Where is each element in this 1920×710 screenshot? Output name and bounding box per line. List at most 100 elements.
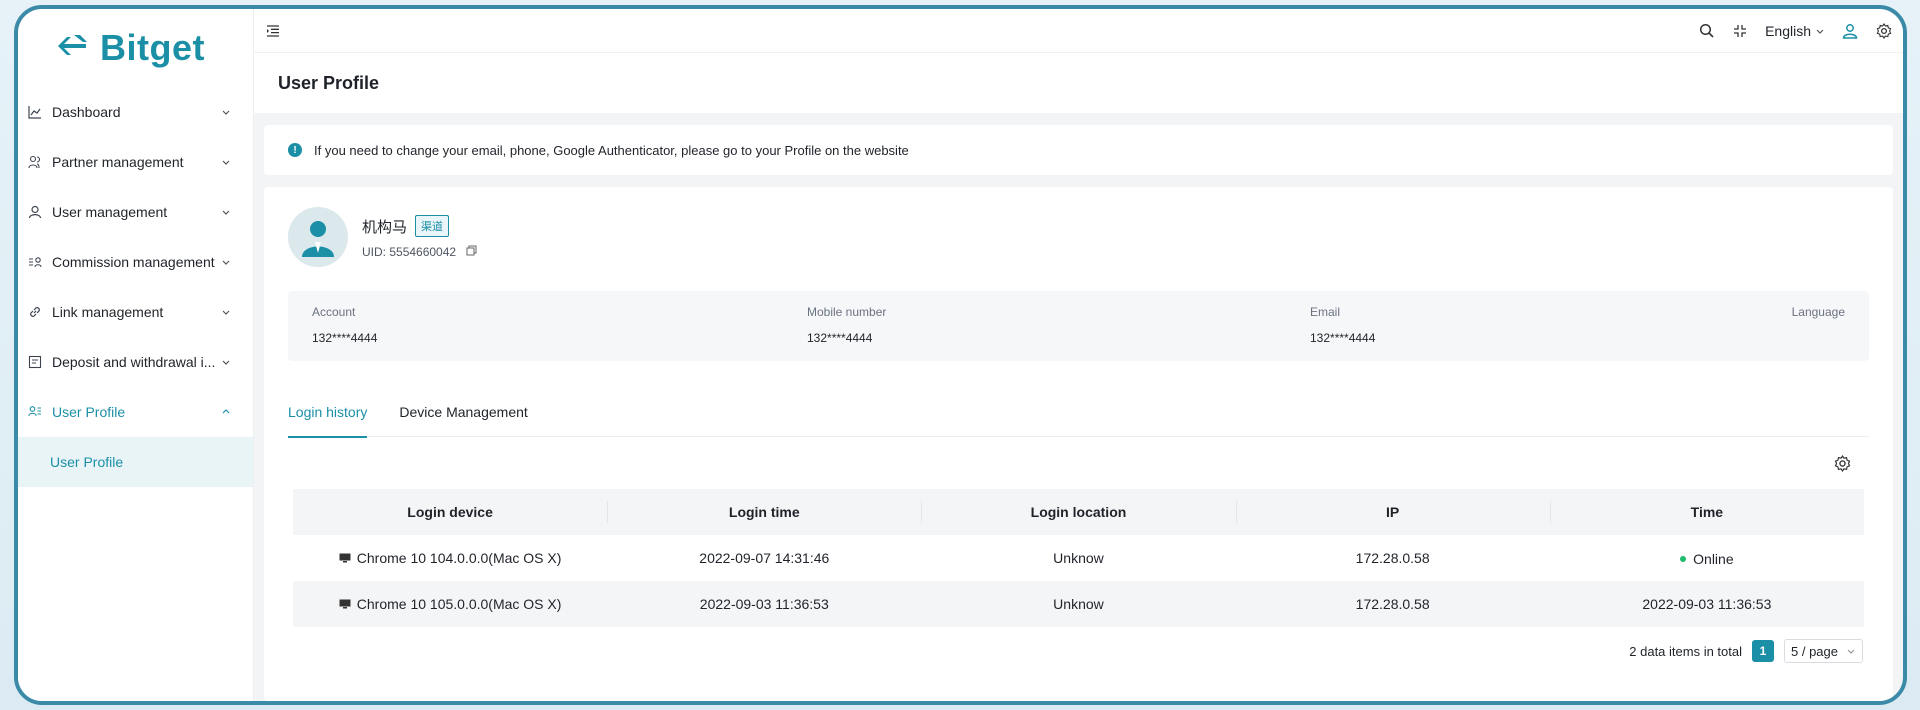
sidebar-item-label: User management (52, 204, 168, 220)
bitget-logo-icon (54, 31, 90, 66)
avatar (288, 207, 348, 267)
brand-name: Bitget (100, 27, 205, 68)
chevron-up-icon (219, 405, 233, 419)
email-info: Email 132****4444 (1310, 305, 1375, 345)
menu-collapse-icon[interactable] (264, 22, 282, 40)
sidebar-item-label: User Profile (52, 404, 126, 420)
email-label: Email (1310, 305, 1341, 319)
language-field-label: Language (1791, 305, 1845, 319)
chevron-down-icon (219, 205, 233, 219)
chevron-down-icon (219, 105, 233, 119)
app-window: Bitget Dashboard Partner management User… (14, 5, 1907, 705)
device-name: Chrome 10 105.0.0.0(Mac OS X) (356, 596, 562, 612)
sidebar-item-label: Commission management (52, 254, 215, 270)
mobile-value: 132****4444 (807, 331, 873, 345)
account-icon[interactable] (1841, 22, 1859, 40)
sidebar-item-label: Link management (52, 304, 164, 320)
sidebar-item-dashboard[interactable]: Dashboard (18, 87, 253, 137)
sidebar-item-commission-management[interactable]: Commission management (18, 237, 253, 287)
ip-cell: 172.28.0.58 (1355, 596, 1430, 612)
profile-header: 机构马 渠道 UID: 5554660042 (288, 203, 1869, 271)
language-info: Language (1792, 305, 1845, 331)
sidebar-item-link-management[interactable]: Link management (18, 287, 253, 337)
main-content: English User Profile ! If you need to ch… (254, 9, 1903, 701)
link-icon (26, 303, 44, 321)
account-label: Account (312, 305, 356, 319)
location-cell: Unknow (1053, 596, 1104, 612)
device-cell: Chrome 10 104.0.0.0(Mac OS X) (293, 535, 607, 581)
monitor-icon (339, 596, 351, 612)
top-bar: English (254, 9, 1903, 53)
tab-login-history[interactable]: Login history (288, 387, 368, 438)
chevron-down-icon (219, 305, 233, 319)
time-cell: 2022-09-03 11:36:53 (1642, 596, 1772, 612)
pagination: 2 data items in total 1 5 / page (288, 627, 1869, 675)
login-history-table: Login device Login time Login location I… (293, 489, 1864, 627)
online-status-dot (1680, 556, 1687, 562)
sidebar-menu: Dashboard Partner management User manage… (18, 87, 253, 487)
device-cell: Chrome 10 105.0.0.0(Mac OS X) (293, 581, 607, 627)
user-icon (26, 203, 44, 221)
sidebar-item-user-profile[interactable]: User Profile (18, 387, 253, 437)
page-header: User Profile (254, 53, 1903, 113)
page-button-1[interactable]: 1 (1752, 640, 1774, 662)
language-label: English (1765, 22, 1811, 39)
account-info: Account 132****4444 (312, 305, 377, 345)
top-bar-actions: English (1697, 22, 1893, 40)
chevron-down-icon (1846, 644, 1856, 659)
monitor-icon (339, 550, 351, 566)
chart-line-icon (26, 103, 44, 121)
online-status-text: Online (1693, 551, 1734, 567)
chevron-down-icon (219, 155, 233, 169)
partners-icon (26, 153, 44, 171)
uid-text: UID: 5554660042 (362, 245, 456, 259)
profile-name-row: 机构马 渠道 (362, 215, 477, 237)
email-value: 132****4444 (1310, 331, 1376, 345)
ip-cell: 172.28.0.58 (1355, 550, 1430, 566)
table-header-row: Login device Login time Login location I… (293, 489, 1864, 535)
table-row: Chrome 10 105.0.0.0(Mac OS X) 2022-09-03… (293, 581, 1864, 627)
info-icon: ! (288, 143, 302, 157)
brand-logo[interactable]: Bitget (18, 9, 253, 87)
table-settings-icon[interactable] (1833, 454, 1851, 472)
page-size-value: 5 / page (1791, 643, 1838, 659)
user-profile-icon (26, 403, 44, 421)
location-cell: Unknow (1053, 550, 1104, 566)
language-selector[interactable]: English (1765, 23, 1825, 39)
page-size-select[interactable]: 5 / page (1784, 639, 1863, 663)
column-header: Login device (407, 504, 493, 520)
uid-row: UID: 5554660042 (362, 245, 477, 259)
table-toolbar (288, 437, 1869, 489)
column-header: Login time (607, 489, 921, 535)
device-name: Chrome 10 104.0.0.0(Mac OS X) (356, 550, 562, 566)
time-cell: Online (1550, 535, 1864, 581)
sidebar-item-deposit-withdrawal[interactable]: Deposit and withdrawal i... (18, 337, 253, 387)
profile-identity: 机构马 渠道 UID: 5554660042 (362, 215, 477, 259)
fullscreen-icon[interactable] (1731, 22, 1749, 40)
tab-device-management[interactable]: Device Management (399, 387, 527, 437)
mobile-info: Mobile number 132****4444 (807, 305, 886, 345)
pagination-total: 2 data items in total (1629, 643, 1742, 659)
sidebar-subitem-user-profile[interactable]: User Profile (18, 437, 253, 487)
sidebar-item-partner-management[interactable]: Partner management (18, 137, 253, 187)
deposit-icon (26, 353, 44, 371)
column-header: IP (1235, 489, 1550, 535)
chevron-down-icon (219, 255, 233, 269)
page-title: User Profile (278, 72, 380, 93)
sidebar-item-user-management[interactable]: User management (18, 187, 253, 237)
info-notice: ! If you need to change your email, phon… (264, 125, 1893, 175)
history-tabs: Login history Device Management (288, 387, 1869, 438)
copy-icon[interactable] (466, 245, 477, 259)
uid-value: 5554660042 (389, 245, 457, 259)
login-time-cell: 2022-09-03 11:36:53 (699, 596, 829, 612)
sidebar-item-label: Deposit and withdrawal i... (52, 354, 216, 370)
settings-icon[interactable] (1875, 22, 1893, 40)
channel-tag: 渠道 (415, 215, 450, 237)
chevron-down-icon (219, 355, 233, 369)
account-info-box: Account 132****4444 Mobile number 132***… (288, 291, 1869, 361)
chevron-down-icon (1815, 23, 1825, 39)
sidebar: Bitget Dashboard Partner management User… (18, 9, 254, 701)
search-icon[interactable] (1697, 22, 1715, 40)
notice-text: If you need to change your email, phone,… (314, 142, 909, 158)
login-time-cell: 2022-09-07 14:31:46 (699, 550, 830, 566)
